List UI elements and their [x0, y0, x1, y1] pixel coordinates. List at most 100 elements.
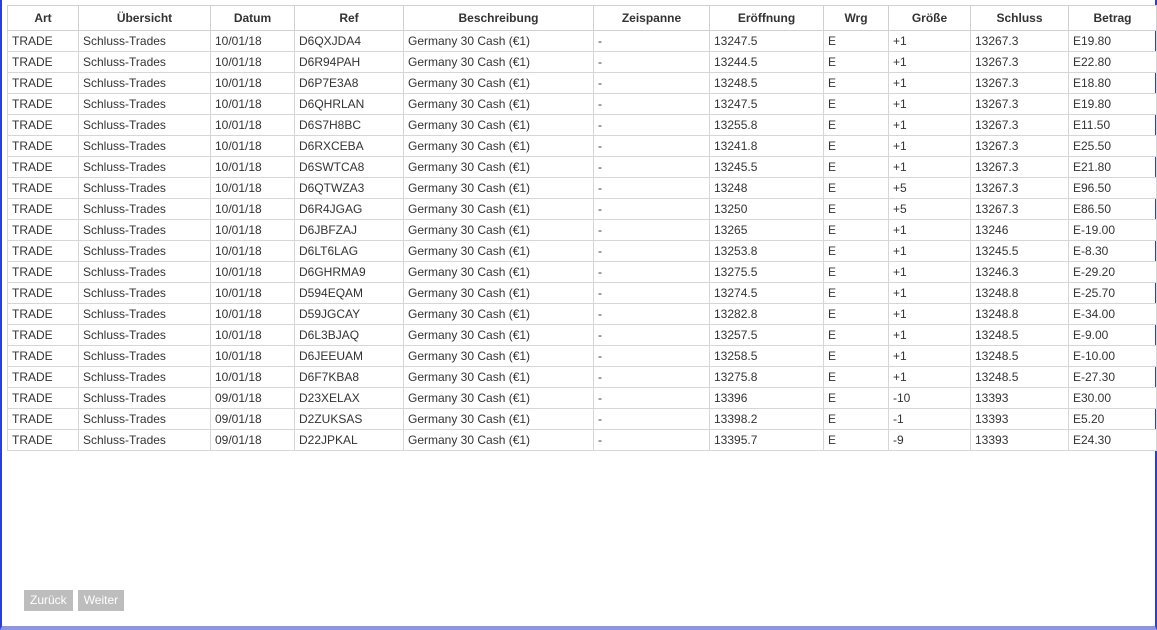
column-header-opening[interactable]: Eröffnung: [709, 5, 824, 31]
cell-timespan: -: [593, 387, 710, 409]
cell-description: Germany 30 Cash (€1): [403, 345, 594, 367]
table-row[interactable]: TRADE Schluss-Trades 10/01/18 D6LT6LAG Germa…: [7, 240, 1157, 262]
cell-closing: 13267.3: [970, 72, 1069, 94]
cell-size: -1: [888, 408, 971, 430]
table-row[interactable]: TRADE Schluss-Trades 10/01/18 D6QHRLAN Germa…: [7, 93, 1157, 115]
cell-description: Germany 30 Cash (€1): [403, 156, 594, 178]
cell-closing: 13245.5: [970, 240, 1069, 262]
cell-amount: E22.80: [1068, 51, 1157, 73]
cell-currency: E: [823, 387, 889, 409]
cell-timespan: -: [593, 72, 710, 94]
cell-amount: E19.80: [1068, 30, 1157, 52]
cell-amount: E-9.00: [1068, 324, 1157, 346]
cell-overview: Schluss-Trades: [78, 282, 211, 304]
cell-opening: 13282.8: [709, 303, 824, 325]
cell-opening: 13248.5: [709, 72, 824, 94]
cell-date: 10/01/18: [210, 51, 295, 73]
column-header-amount[interactable]: Betrag: [1068, 5, 1157, 31]
cell-date: 10/01/18: [210, 72, 295, 94]
table-row[interactable]: TRADE Schluss-Trades 10/01/18 D6R4JGAG Germa…: [7, 198, 1157, 220]
table-row[interactable]: TRADE Schluss-Trades 10/01/18 D6QTWZA3 Germa…: [7, 177, 1157, 199]
table-row[interactable]: TRADE Schluss-Trades 09/01/18 D23XELAX Germa…: [7, 387, 1157, 409]
cell-overview: Schluss-Trades: [78, 198, 211, 220]
cell-date: 10/01/18: [210, 219, 295, 241]
table-row[interactable]: TRADE Schluss-Trades 10/01/18 D59JGCAY Germa…: [7, 303, 1157, 325]
table-row[interactable]: TRADE Schluss-Trades 10/01/18 D6JEEUAM Germa…: [7, 345, 1157, 367]
cell-closing: 13267.3: [970, 51, 1069, 73]
column-header-date[interactable]: Datum: [210, 5, 295, 31]
column-header-size[interactable]: Größe: [888, 5, 971, 31]
cell-size: +1: [888, 156, 971, 178]
table-row[interactable]: TRADE Schluss-Trades 09/01/18 D2ZUKSAS Germa…: [7, 408, 1157, 430]
cell-ref: D6JEEUAM: [294, 345, 404, 367]
cell-opening: 13395.7: [709, 429, 824, 451]
next-button[interactable]: Weiter: [77, 590, 125, 611]
cell-ref: D6QHRLAN: [294, 93, 404, 115]
cell-currency: E: [823, 135, 889, 157]
cell-description: Germany 30 Cash (€1): [403, 177, 594, 199]
cell-type: TRADE: [7, 219, 79, 241]
cell-type: TRADE: [7, 366, 79, 388]
table-row[interactable]: TRADE Schluss-Trades 10/01/18 D6R94PAH Germa…: [7, 51, 1157, 73]
column-header-overview[interactable]: Übersicht: [78, 5, 211, 31]
column-header-timespan[interactable]: Zeispanne: [593, 5, 710, 31]
cell-overview: Schluss-Trades: [78, 345, 211, 367]
cell-type: TRADE: [7, 345, 79, 367]
column-header-description[interactable]: Beschreibung: [403, 5, 594, 31]
cell-closing: 13248.5: [970, 366, 1069, 388]
cell-ref: D6JBFZAJ: [294, 219, 404, 241]
cell-size: +1: [888, 261, 971, 283]
cell-type: TRADE: [7, 156, 79, 178]
cell-ref: D6F7KBA8: [294, 366, 404, 388]
cell-currency: E: [823, 429, 889, 451]
cell-overview: Schluss-Trades: [78, 93, 211, 115]
back-button[interactable]: Zurück: [24, 590, 73, 611]
table-row[interactable]: TRADE Schluss-Trades 10/01/18 D6F7KBA8 Germa…: [7, 366, 1157, 388]
cell-amount: E18.80: [1068, 72, 1157, 94]
cell-currency: E: [823, 30, 889, 52]
cell-size: +1: [888, 51, 971, 73]
cell-description: Germany 30 Cash (€1): [403, 261, 594, 283]
cell-currency: E: [823, 408, 889, 430]
cell-ref: D6P7E3A8: [294, 72, 404, 94]
table-row[interactable]: TRADE Schluss-Trades 10/01/18 D6JBFZAJ Germa…: [7, 219, 1157, 241]
pagination: Zurück Weiter: [24, 590, 125, 611]
cell-ref: D6QTWZA3: [294, 177, 404, 199]
table-row[interactable]: TRADE Schluss-Trades 10/01/18 D594EQAM Germa…: [7, 282, 1157, 304]
column-header-closing[interactable]: Schluss: [970, 5, 1069, 31]
table-row[interactable]: TRADE Schluss-Trades 10/01/18 D6L3BJAQ Germa…: [7, 324, 1157, 346]
column-header-type[interactable]: Art: [7, 5, 79, 31]
cell-closing: 13393: [970, 387, 1069, 409]
cell-timespan: -: [593, 93, 710, 115]
cell-description: Germany 30 Cash (€1): [403, 303, 594, 325]
table-row[interactable]: TRADE Schluss-Trades 10/01/18 D6GHRMA9 Germa…: [7, 261, 1157, 283]
cell-closing: 13267.3: [970, 30, 1069, 52]
cell-timespan: -: [593, 135, 710, 157]
cell-opening: 13396: [709, 387, 824, 409]
table-row[interactable]: TRADE Schluss-Trades 10/01/18 D6S7H8BC Germa…: [7, 114, 1157, 136]
cell-opening: 13247.5: [709, 30, 824, 52]
table-row[interactable]: TRADE Schluss-Trades 10/01/18 D6P7E3A8 Germa…: [7, 72, 1157, 94]
cell-date: 10/01/18: [210, 156, 295, 178]
table-row[interactable]: TRADE Schluss-Trades 10/01/18 D6QXJDA4 Germa…: [7, 30, 1157, 52]
column-header-currency[interactable]: Wrg: [823, 5, 889, 31]
cell-size: +1: [888, 282, 971, 304]
cell-date: 10/01/18: [210, 240, 295, 262]
cell-ref: D6L3BJAQ: [294, 324, 404, 346]
cell-type: TRADE: [7, 177, 79, 199]
cell-overview: Schluss-Trades: [78, 240, 211, 262]
cell-currency: E: [823, 72, 889, 94]
cell-size: +1: [888, 219, 971, 241]
cell-type: TRADE: [7, 408, 79, 430]
table-row[interactable]: TRADE Schluss-Trades 10/01/18 D6SWTCA8 Germa…: [7, 156, 1157, 178]
cell-date: 10/01/18: [210, 114, 295, 136]
cell-opening: 13398.2: [709, 408, 824, 430]
cell-currency: E: [823, 303, 889, 325]
cell-amount: E-19.00: [1068, 219, 1157, 241]
column-header-ref[interactable]: Ref: [294, 5, 404, 31]
table-row[interactable]: TRADE Schluss-Trades 09/01/18 D22JPKAL Germa…: [7, 429, 1157, 451]
table-row[interactable]: TRADE Schluss-Trades 10/01/18 D6RXCEBA Germa…: [7, 135, 1157, 157]
cell-date: 10/01/18: [210, 261, 295, 283]
cell-ref: D6R94PAH: [294, 51, 404, 73]
cell-size: +1: [888, 114, 971, 136]
